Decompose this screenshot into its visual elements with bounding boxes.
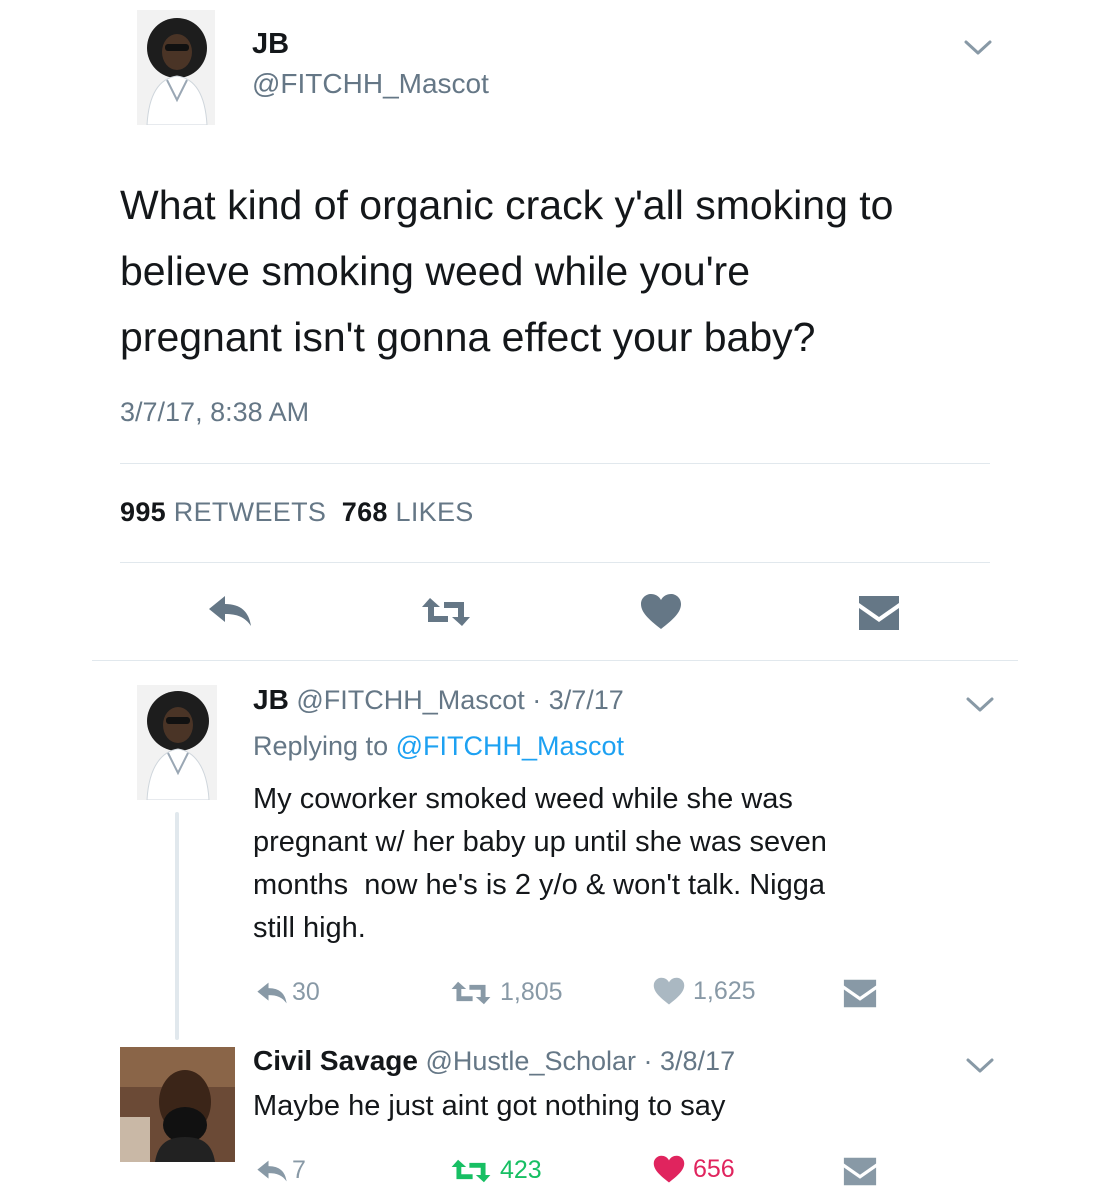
tweet-text-line: What kind of organic crack y'all smoking… bbox=[120, 182, 894, 228]
thread-connector bbox=[175, 812, 179, 1040]
likes-label[interactable]: LIKES bbox=[396, 497, 474, 527]
reply-header: JB @FITCHH_Mascot · 3/7/17 bbox=[253, 684, 624, 716]
reply-text: My coworker smoked weed while she was pr… bbox=[253, 778, 1013, 950]
retweet-count: 423 bbox=[500, 1156, 542, 1184]
tweet-text-line: believe smoking weed while you're bbox=[120, 248, 750, 294]
reply-author-name[interactable]: JB bbox=[253, 684, 289, 715]
reply-author-handle[interactable]: @Hustle_Scholar bbox=[426, 1046, 637, 1076]
reply-date[interactable]: · 3/8/17 bbox=[644, 1046, 736, 1076]
like-button[interactable]: 656 bbox=[653, 1155, 735, 1184]
divider bbox=[120, 463, 990, 464]
mail-icon[interactable] bbox=[843, 1157, 877, 1186]
chevron-down-icon[interactable] bbox=[965, 1056, 995, 1076]
reply-text-line: Maybe he just aint got nothing to say bbox=[253, 1090, 726, 1122]
retweet-count: 1,805 bbox=[500, 978, 563, 1006]
like-count: 1,625 bbox=[693, 977, 756, 1005]
retweets-label[interactable]: RETWEETS bbox=[174, 497, 326, 527]
divider bbox=[92, 660, 1018, 661]
retweet-button[interactable]: 1,805 bbox=[450, 978, 563, 1007]
reply-count: 7 bbox=[292, 1156, 306, 1184]
tweet-text-line: pregnant isn't gonna effect your baby? bbox=[120, 314, 816, 360]
author-handle[interactable]: @FITCHH_Mascot bbox=[252, 68, 489, 100]
reply-button[interactable]: 7 bbox=[256, 1156, 306, 1185]
reply-date[interactable]: · 3/7/17 bbox=[532, 685, 624, 715]
reply-text-line: My coworker smoked weed while she was bbox=[253, 783, 793, 815]
divider bbox=[120, 562, 990, 563]
avatar[interactable] bbox=[137, 10, 215, 125]
retweet-icon bbox=[451, 981, 491, 1004]
reply-icon bbox=[257, 982, 287, 1003]
heart-icon[interactable] bbox=[640, 593, 682, 631]
mail-icon[interactable] bbox=[858, 595, 900, 631]
retweet-icon[interactable] bbox=[420, 596, 472, 628]
reply-text: Maybe he just aint got nothing to say bbox=[253, 1085, 1013, 1128]
reply-text-line: pregnant w/ her baby up until she was se… bbox=[253, 826, 827, 858]
avatar[interactable] bbox=[120, 1047, 235, 1162]
author-name[interactable]: JB bbox=[252, 28, 289, 61]
replying-to-link[interactable]: @FITCHH_Mascot bbox=[396, 731, 624, 761]
tweet-timestamp: 3/7/17, 8:38 AM bbox=[120, 397, 310, 427]
reply-icon bbox=[257, 1160, 287, 1181]
chevron-down-icon[interactable] bbox=[963, 38, 993, 58]
reply-button[interactable]: 30 bbox=[256, 978, 320, 1007]
reply-text-line: still high. bbox=[253, 912, 366, 944]
like-count: 656 bbox=[693, 1155, 735, 1183]
chevron-down-icon[interactable] bbox=[965, 695, 995, 715]
retweet-icon bbox=[451, 1159, 491, 1182]
mail-icon[interactable] bbox=[843, 979, 877, 1008]
retweets-count[interactable]: 995 bbox=[120, 497, 166, 527]
heart-icon bbox=[653, 977, 685, 1005]
replying-to: Replying to @FITCHH_Mascot bbox=[253, 731, 624, 762]
reply-author-name[interactable]: Civil Savage bbox=[253, 1045, 418, 1076]
retweet-button[interactable]: 423 bbox=[450, 1156, 542, 1185]
reply-text-line: months now he's is 2 y/o & won't talk. N… bbox=[253, 869, 826, 901]
engagement-stats: 995 RETWEETS 768 LIKES bbox=[120, 497, 474, 528]
reply-author-handle[interactable]: @FITCHH_Mascot bbox=[296, 685, 524, 715]
heart-icon bbox=[653, 1155, 685, 1183]
likes-count[interactable]: 768 bbox=[342, 497, 388, 527]
replying-to-label: Replying to bbox=[253, 731, 389, 761]
reply-count: 30 bbox=[292, 978, 320, 1006]
avatar[interactable] bbox=[137, 685, 217, 800]
tweet-text: What kind of organic crack y'all smoking… bbox=[120, 172, 1020, 370]
like-button[interactable]: 1,625 bbox=[653, 977, 756, 1006]
reply-icon[interactable] bbox=[207, 594, 253, 628]
reply-header: Civil Savage @Hustle_Scholar · 3/8/17 bbox=[253, 1045, 735, 1077]
